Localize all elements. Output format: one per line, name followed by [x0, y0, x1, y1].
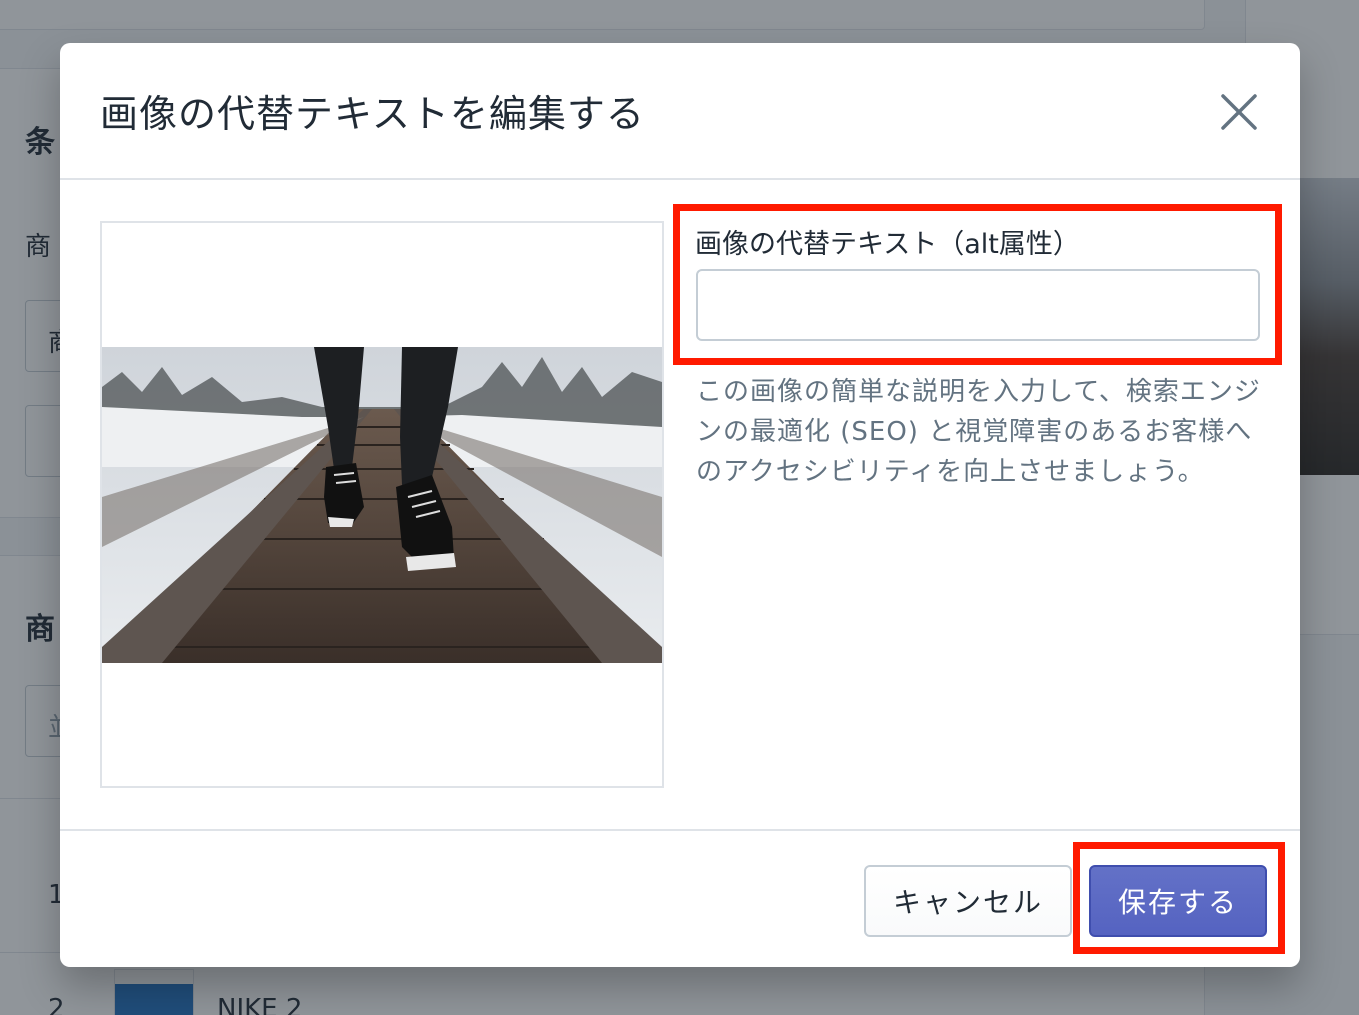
edit-alt-text-modal: 画像の代替テキストを編集する 画像の代替テキスト（alt属性） この画像の簡単な…: [60, 43, 1300, 967]
image-preview: [102, 347, 662, 663]
alt-text-label: 画像の代替テキスト（alt属性）: [695, 229, 1080, 260]
close-button[interactable]: [1214, 87, 1264, 137]
alt-text-input[interactable]: [696, 269, 1260, 341]
close-icon: [1221, 94, 1257, 130]
cancel-button[interactable]: キャンセル: [864, 865, 1072, 937]
modal-header: 画像の代替テキストを編集する: [60, 43, 1300, 180]
image-preview-frame: [100, 221, 664, 788]
alt-text-help: この画像の簡単な説明を入力して、検索エンジンの最適化 (SEO) と視覚障害のあ…: [696, 377, 1261, 487]
save-button[interactable]: 保存する: [1089, 865, 1267, 937]
modal-footer: キャンセル 保存する: [60, 829, 1300, 967]
modal-body: 画像の代替テキスト（alt属性） この画像の簡単な説明を入力して、検索エンジンの…: [60, 180, 1300, 830]
modal-title: 画像の代替テキストを編集する: [100, 92, 645, 136]
